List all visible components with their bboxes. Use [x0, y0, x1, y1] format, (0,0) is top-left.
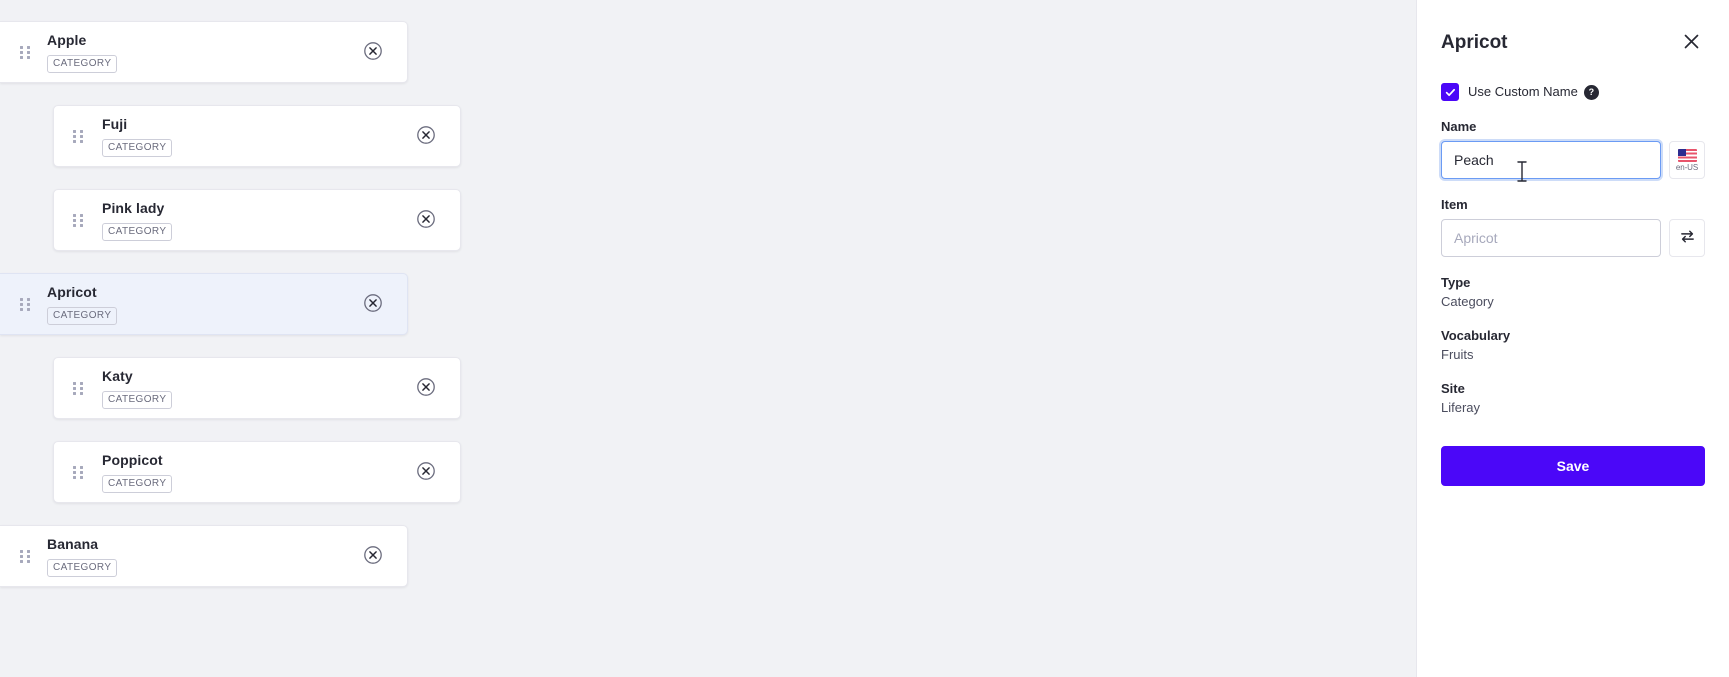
drag-handle-icon[interactable]	[70, 381, 86, 395]
times-circle-icon	[363, 41, 383, 64]
metadata-value: Liferay	[1441, 400, 1481, 415]
language-flag-button[interactable]: en-US	[1669, 141, 1705, 179]
category-card-body: Pink lady CATEGORY	[92, 200, 410, 241]
item-input[interactable]	[1441, 219, 1661, 257]
category-card-body: Katy CATEGORY	[92, 368, 410, 409]
times-circle-icon	[363, 545, 383, 568]
name-field-group: Name en-US	[1441, 119, 1705, 179]
remove-category-button[interactable]	[410, 456, 442, 488]
metadata-item: Type Category	[1441, 275, 1705, 310]
app-root: Apple CATEGORY Fuji CATEGORY Pink lady CATEGO…	[0, 0, 1729, 677]
swap-item-button[interactable]	[1669, 219, 1705, 257]
exchange-arrows-icon	[1679, 228, 1696, 248]
category-card-body: Apple CATEGORY	[39, 32, 357, 73]
us-flag-icon	[1677, 148, 1697, 162]
category-type-badge: CATEGORY	[47, 558, 118, 577]
remove-category-button[interactable]	[357, 288, 389, 320]
save-button[interactable]: Save	[1441, 446, 1705, 486]
category-card-body: Apricot CATEGORY	[39, 284, 357, 325]
category-title: Apricot	[47, 283, 97, 300]
category-type-badge: CATEGORY	[47, 306, 118, 325]
category-type-badge: CATEGORY	[102, 222, 173, 241]
remove-category-button[interactable]	[410, 120, 442, 152]
drag-handle-icon[interactable]	[70, 465, 86, 479]
drag-handle-icon[interactable]	[70, 129, 86, 143]
remove-category-button[interactable]	[410, 204, 442, 236]
category-card[interactable]: Apricot CATEGORY	[0, 273, 408, 335]
drag-handle-icon[interactable]	[70, 213, 86, 227]
category-card-body: Banana CATEGORY	[39, 536, 357, 577]
metadata-label: Vocabulary	[1441, 328, 1511, 343]
name-field-row: en-US	[1441, 141, 1705, 179]
details-sidebar: Apricot Use Custom Name ? Name Peach en-…	[1416, 0, 1729, 677]
category-card[interactable]: Apple CATEGORY	[0, 21, 408, 83]
metadata-item: Vocabulary Fruits	[1441, 328, 1705, 363]
item-field-group: Item	[1441, 197, 1705, 257]
use-custom-name-label: Use Custom Name	[1468, 84, 1578, 99]
language-code-label: en-US	[1675, 162, 1699, 172]
metadata-item: Site Liferay	[1441, 381, 1705, 416]
drag-handle-icon[interactable]	[17, 45, 33, 59]
metadata-list: Type Category Vocabulary Fruits Site Liferay	[1441, 275, 1705, 416]
remove-category-button[interactable]	[357, 540, 389, 572]
category-card[interactable]: Poppicot CATEGORY	[53, 441, 461, 503]
category-card[interactable]: Banana CATEGORY	[0, 525, 408, 587]
category-title: Apple	[47, 31, 87, 48]
category-type-badge: CATEGORY	[102, 138, 173, 157]
metadata-label: Type	[1441, 275, 1471, 290]
category-title: Fuji	[102, 115, 128, 132]
category-tree-panel: Apple CATEGORY Fuji CATEGORY Pink lady CATEGO…	[0, 0, 1416, 677]
times-circle-icon	[416, 461, 436, 484]
name-field-label: Name	[1441, 119, 1477, 134]
category-title: Banana	[47, 535, 99, 552]
close-icon	[1683, 33, 1700, 53]
category-card-body: Fuji CATEGORY	[92, 116, 410, 157]
times-circle-icon	[416, 377, 436, 400]
use-custom-name-row[interactable]: Use Custom Name ?	[1441, 83, 1705, 101]
drag-handle-icon[interactable]	[17, 297, 33, 311]
times-circle-icon	[416, 125, 436, 148]
category-title: Pink lady	[102, 199, 165, 216]
category-title: Katy	[102, 367, 133, 384]
metadata-value: Fruits	[1441, 347, 1474, 362]
sidebar-header: Apricot	[1441, 0, 1705, 72]
item-field-label: Item	[1441, 197, 1468, 212]
times-circle-icon	[416, 209, 436, 232]
close-sidebar-button[interactable]	[1677, 29, 1705, 57]
remove-category-button[interactable]	[357, 36, 389, 68]
remove-category-button[interactable]	[410, 372, 442, 404]
help-icon[interactable]: ?	[1583, 84, 1599, 100]
category-type-badge: CATEGORY	[102, 390, 173, 409]
name-input[interactable]	[1441, 141, 1661, 179]
checkmark-icon	[1445, 87, 1456, 98]
category-type-badge: CATEGORY	[47, 54, 118, 73]
item-field-row	[1441, 219, 1705, 257]
metadata-label: Site	[1441, 381, 1465, 396]
category-card-body: Poppicot CATEGORY	[92, 452, 410, 493]
metadata-value: Category	[1441, 294, 1494, 309]
page-title: Apricot	[1441, 32, 1508, 53]
times-circle-icon	[363, 293, 383, 316]
category-card[interactable]: Fuji CATEGORY	[53, 105, 461, 167]
category-type-badge: CATEGORY	[102, 474, 173, 493]
category-card[interactable]: Katy CATEGORY	[53, 357, 461, 419]
category-title: Poppicot	[102, 451, 163, 468]
use-custom-name-checkbox[interactable]	[1441, 83, 1459, 101]
drag-handle-icon[interactable]	[17, 549, 33, 563]
category-card[interactable]: Pink lady CATEGORY	[53, 189, 461, 251]
